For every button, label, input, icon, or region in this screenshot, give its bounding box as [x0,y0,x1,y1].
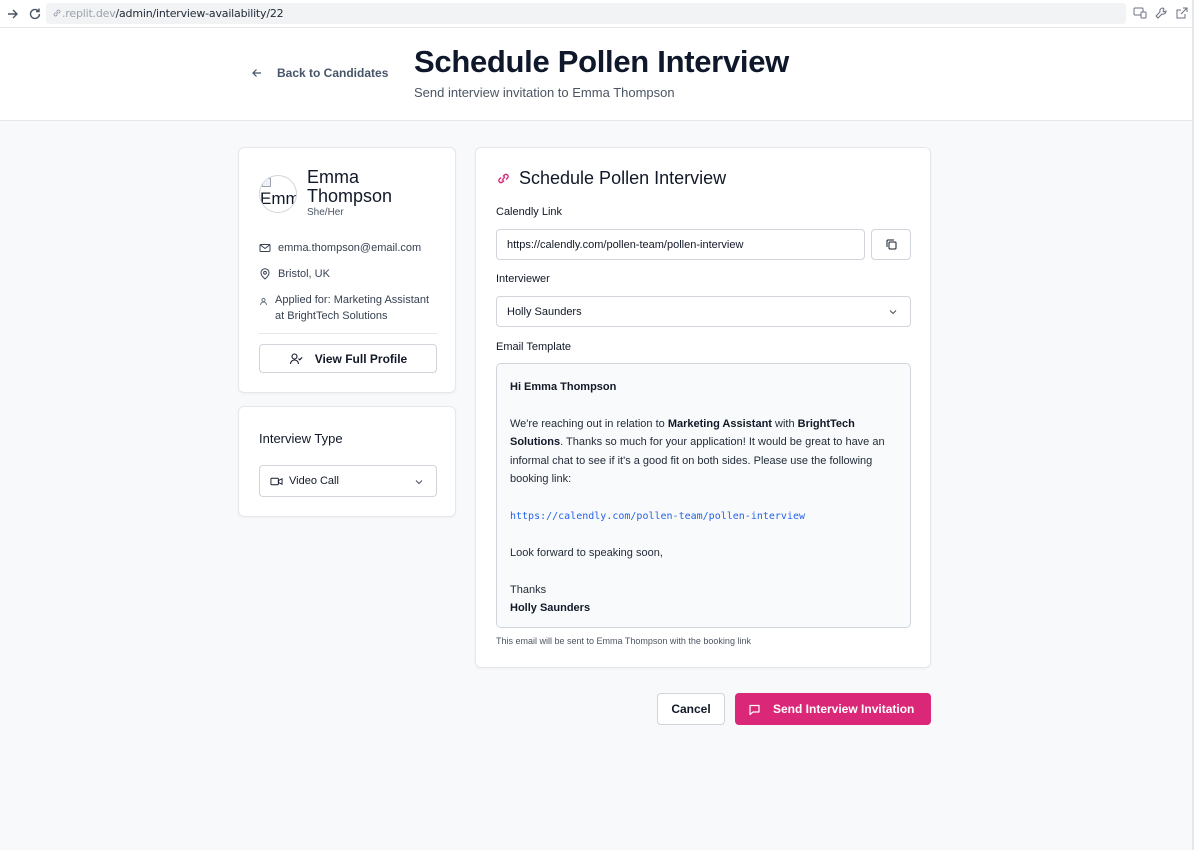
link-icon [498,173,509,184]
send-invitation-button[interactable]: Send Interview Invitation [735,693,931,725]
send-invitation-label: Send Interview Invitation [773,702,915,716]
broken-image-icon [262,178,271,187]
calendly-link-input[interactable] [496,229,865,260]
schedule-title-text: Schedule Pollen Interview [519,168,727,188]
interview-type-select[interactable]: Video Call [259,465,437,497]
candidate-location: Bristol, UK [278,268,330,280]
interviewer-value: Holly Saunders [507,305,582,318]
mail-icon [259,244,271,252]
chevron-down-icon [889,310,897,315]
user-icon [260,297,267,306]
map-pin-icon [260,268,270,280]
candidate-email-row: emma.thompson@email.com [259,240,421,256]
schedule-card-title: Schedule Pollen Interview [496,168,726,189]
email-paragraph: We're reaching out in relation to Market… [510,417,885,486]
avatar: Emma [259,175,297,213]
copy-icon [886,239,896,250]
chevron-down-icon [415,480,423,485]
candidate-name: Emma Thompson [307,167,393,206]
candidate-applied-for: Applied for: Marketing Assistant at Brig… [275,294,430,322]
email-template-body[interactable]: Hi Emma Thompson We're reaching out in r… [496,363,911,628]
candidate-email: emma.thompson@email.com [278,242,422,254]
calendly-link-label: Calendly Link [496,206,563,218]
copy-link-button[interactable] [871,229,911,260]
email-template-label: Email Template [496,341,571,353]
email-thanks: Thanks [510,583,547,596]
interviewer-select[interactable]: Holly Saunders [496,296,911,327]
address-bar[interactable]: .replit.dev/admin/interview-availability… [46,3,1126,24]
external-link-icon[interactable] [1175,6,1189,20]
url-text: .replit.dev/admin/interview-availability… [62,7,284,20]
email-note: This email will be sent to Emma Thompson… [496,636,751,646]
view-full-profile-button[interactable]: View Full Profile [259,344,437,373]
video-icon [270,477,283,485]
avatar-alt-text: Emma [260,189,296,208]
email-closing: Look forward to speaking soon, [510,547,663,559]
candidate-applied-row: Applied for: Marketing Assistant at Brig… [259,292,439,324]
message-square-icon [749,704,760,715]
candidate-card: Emma Emma Thompson She/Her emma.thompson… [238,147,456,393]
arrow-left-icon [252,69,261,77]
wrench-icon[interactable] [1154,6,1168,20]
devices-icon[interactable] [1133,6,1147,20]
email-signature: Holly Saunders [510,602,591,614]
interview-type-value: Video Call [289,475,339,487]
browser-toolbar: .replit.dev/admin/interview-availability… [0,0,1194,28]
page-header: Back to Candidates Schedule Pollen Inter… [0,28,1192,121]
candidate-location-row: Bristol, UK [259,266,330,282]
email-booking-link[interactable]: https://calendly.com/pollen-team/pollen-… [510,511,805,522]
page-subtitle: Send interview invitation to Emma Thomps… [414,85,675,100]
back-to-candidates-link[interactable]: Back to Candidates [251,66,388,80]
divider [259,333,437,334]
link-icon [53,9,61,17]
interview-type-card: Interview Type Video Call [238,406,456,517]
back-link-label: Back to Candidates [277,66,389,80]
email-greeting: Hi Emma Thompson [510,381,617,393]
schedule-card: Schedule Pollen Interview Calendly Link … [475,147,931,668]
page-title: Schedule Pollen Interview [414,44,789,79]
cancel-label: Cancel [671,702,711,716]
candidate-pronouns: She/Her [307,207,344,218]
forward-arrow-icon[interactable] [5,6,21,22]
user-check-icon [289,352,303,364]
interview-type-title: Interview Type [259,431,343,446]
interviewer-label: Interviewer [496,273,550,285]
cancel-button[interactable]: Cancel [657,693,725,725]
view-profile-label: View Full Profile [314,351,408,366]
reload-icon[interactable] [27,6,43,22]
